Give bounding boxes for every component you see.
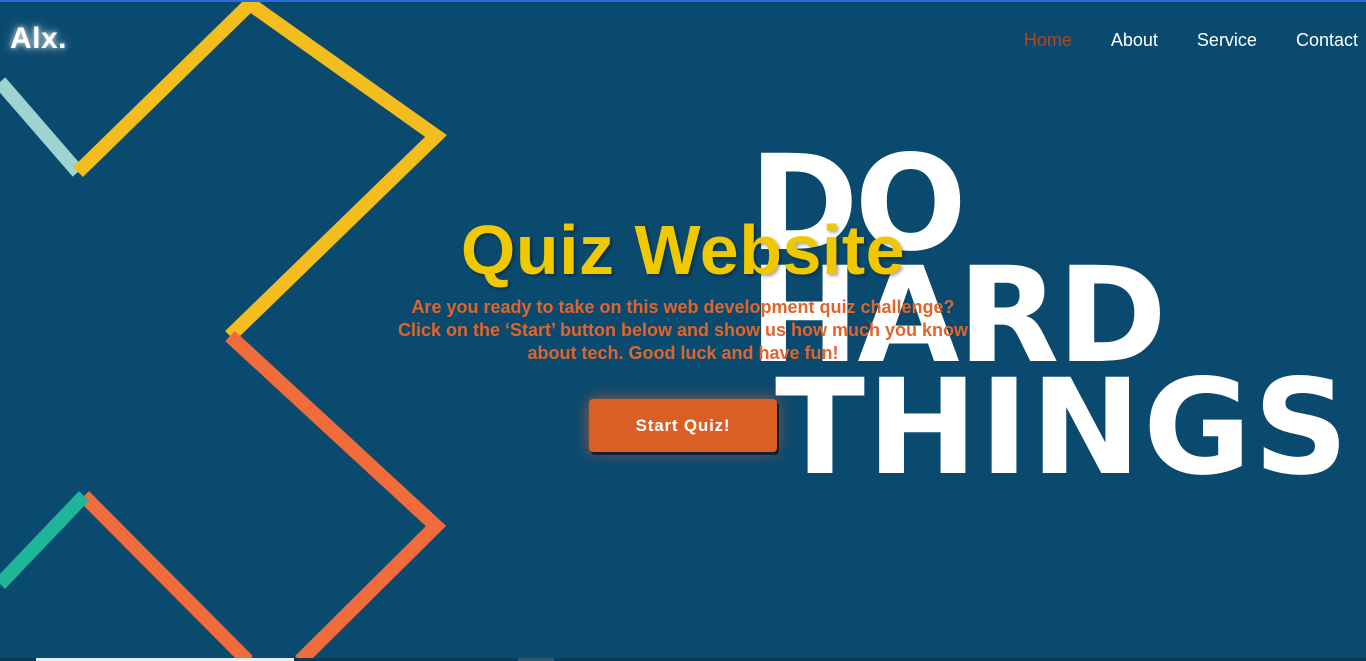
slogan-line: THINGS: [775, 351, 1351, 505]
nav-home[interactable]: Home: [1024, 30, 1072, 51]
main-nav: Home About Service Contact: [1024, 30, 1358, 51]
hero-description: Are you ready to take on this web develo…: [397, 297, 969, 363]
light-teal-stripe: [0, 77, 84, 177]
hero-section: Quiz Website Are you ready to take on th…: [383, 210, 983, 365]
top-border: [0, 0, 1366, 2]
logo[interactable]: Alx.: [10, 22, 67, 56]
nav-about[interactable]: About: [1111, 30, 1158, 51]
start-quiz-button[interactable]: Start Quiz!: [589, 399, 777, 452]
nav-service[interactable]: Service: [1197, 30, 1257, 51]
orange-stripe-lower: [79, 491, 253, 661]
orange-stripe-upper: [225, 330, 447, 661]
hero-title: Quiz Website: [460, 211, 906, 289]
nav-contact[interactable]: Contact: [1296, 30, 1358, 51]
teal-stripe: [0, 491, 90, 589]
